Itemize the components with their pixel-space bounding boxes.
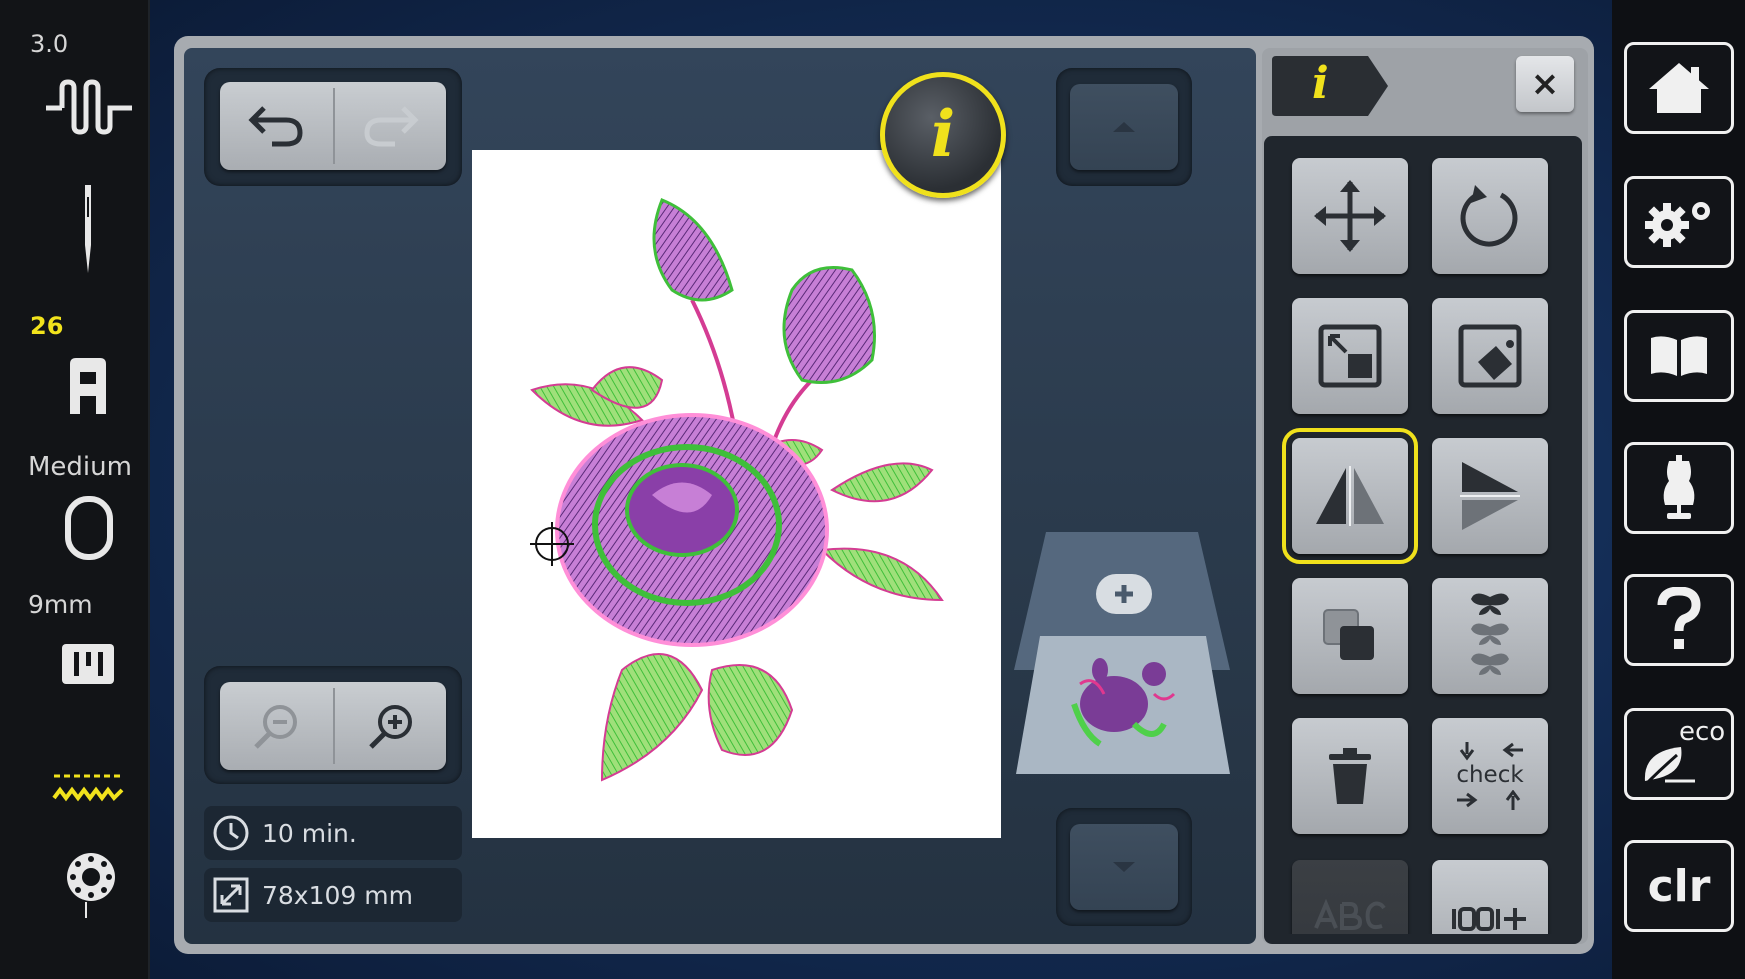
design-size-info: 78x109 mm <box>204 868 462 922</box>
stitch-time-info: 10 min. <box>204 806 462 860</box>
presser-foot-number: 26 <box>30 312 64 340</box>
leaf-icon <box>1644 747 1695 785</box>
sewing-consultant-button[interactable] <box>1624 442 1734 534</box>
mirror-horizontal-icon <box>1316 466 1384 526</box>
bobbin-thread-icon[interactable] <box>52 770 124 804</box>
needle-icon[interactable] <box>80 185 96 275</box>
info-tab-icon: i <box>1312 58 1329 109</box>
help-button[interactable] <box>1624 574 1734 666</box>
redo-icon <box>363 106 419 147</box>
home-icon <box>1649 63 1709 113</box>
design-grouping-button[interactable] <box>1432 860 1548 934</box>
zoom-in-button[interactable] <box>335 682 446 770</box>
hoop-size-label: Medium <box>28 452 132 482</box>
settings-button[interactable] <box>1624 176 1734 268</box>
info-tab[interactable]: i <box>1272 56 1390 116</box>
duplicate-button[interactable] <box>1292 578 1408 694</box>
close-button[interactable]: × <box>1516 56 1574 112</box>
rose-embroidery-design[interactable] <box>472 150 1001 838</box>
layer-scroll-down-button[interactable] <box>1070 824 1178 910</box>
arrow-down-icon <box>1113 862 1135 872</box>
endless-embroidery-button[interactable] <box>1432 578 1548 694</box>
info-button[interactable]: i <box>880 72 1006 198</box>
delete-button[interactable] <box>1292 718 1408 834</box>
trash-icon <box>1329 748 1371 804</box>
resize-button[interactable] <box>1292 298 1408 414</box>
version-label: 3.0 <box>30 30 69 58</box>
eco-mode-button[interactable]: eco <box>1624 708 1734 800</box>
stitch-plate-icon[interactable] <box>60 642 116 686</box>
hoop-canvas[interactable] <box>472 150 1001 838</box>
mirror-horizontal-button[interactable] <box>1282 428 1418 564</box>
stitch-width-label: 9mm <box>28 590 93 619</box>
gear-icon <box>1645 202 1710 247</box>
hoop-icon[interactable] <box>64 495 114 561</box>
add-design-button[interactable] <box>1096 574 1152 614</box>
rotate-icon <box>1460 185 1518 247</box>
dress-form-icon <box>1663 455 1695 519</box>
tutorial-book-button[interactable] <box>1624 310 1734 402</box>
clear-button[interactable]: clr <box>1624 840 1734 932</box>
clr-label: clr <box>1647 860 1711 912</box>
move-arrows-icon <box>1314 180 1386 252</box>
stitch-pattern-icon[interactable] <box>44 78 134 138</box>
abc-lettering-icon <box>1314 898 1386 930</box>
mirror-vertical-icon <box>1460 462 1520 530</box>
eco-label: eco <box>1679 717 1726 747</box>
tool-grid-row-6 <box>1264 840 1582 934</box>
home-button[interactable] <box>1624 42 1734 134</box>
presser-foot-icon[interactable] <box>68 356 108 414</box>
resize-icon <box>213 877 249 913</box>
question-mark-icon <box>1657 587 1701 649</box>
zoom-in-icon <box>368 705 412 749</box>
butterflies-icon <box>1471 593 1509 675</box>
redo-button[interactable] <box>335 82 446 170</box>
design-layer-thumbnail[interactable] <box>1014 634 1232 776</box>
check-arrows-top-icon <box>1459 742 1523 761</box>
zoom-out-icon <box>254 705 297 749</box>
skew-button[interactable] <box>1432 298 1548 414</box>
rotate-button[interactable] <box>1432 158 1548 274</box>
undo-button[interactable] <box>220 82 332 170</box>
grouping-icon <box>1452 907 1526 931</box>
book-icon <box>1651 336 1707 376</box>
check-arrows-bottom-icon <box>1457 789 1521 810</box>
clock-icon <box>213 815 249 851</box>
right-navigation-bar: eco clr <box>1612 0 1745 979</box>
check-design-position-button[interactable]: check <box>1432 718 1548 834</box>
skew-icon <box>1458 324 1522 388</box>
thread-tension-dial-icon[interactable] <box>64 850 118 920</box>
left-status-bar: 3.0 26 Medium 9mm <box>0 0 150 979</box>
undo-icon <box>248 106 303 147</box>
arrow-up-icon <box>1113 122 1135 132</box>
check-label: check <box>1456 762 1524 789</box>
time-estimate-text: 10 min. <box>262 818 357 848</box>
design-size-text: 78x109 mm <box>262 880 413 910</box>
layer-scroll-up-button[interactable] <box>1070 84 1178 170</box>
edit-lettering-button <box>1292 860 1408 934</box>
mirror-vertical-button[interactable] <box>1432 438 1548 554</box>
scale-icon <box>1318 324 1382 388</box>
move-button[interactable] <box>1292 158 1408 274</box>
plus-icon <box>1115 585 1133 603</box>
info-icon: i <box>930 97 956 172</box>
close-icon: × <box>1530 64 1560 104</box>
duplicate-icon <box>1323 609 1374 660</box>
hoop-center-crosshair-icon[interactable] <box>530 522 574 566</box>
zoom-out-button[interactable] <box>220 682 332 770</box>
